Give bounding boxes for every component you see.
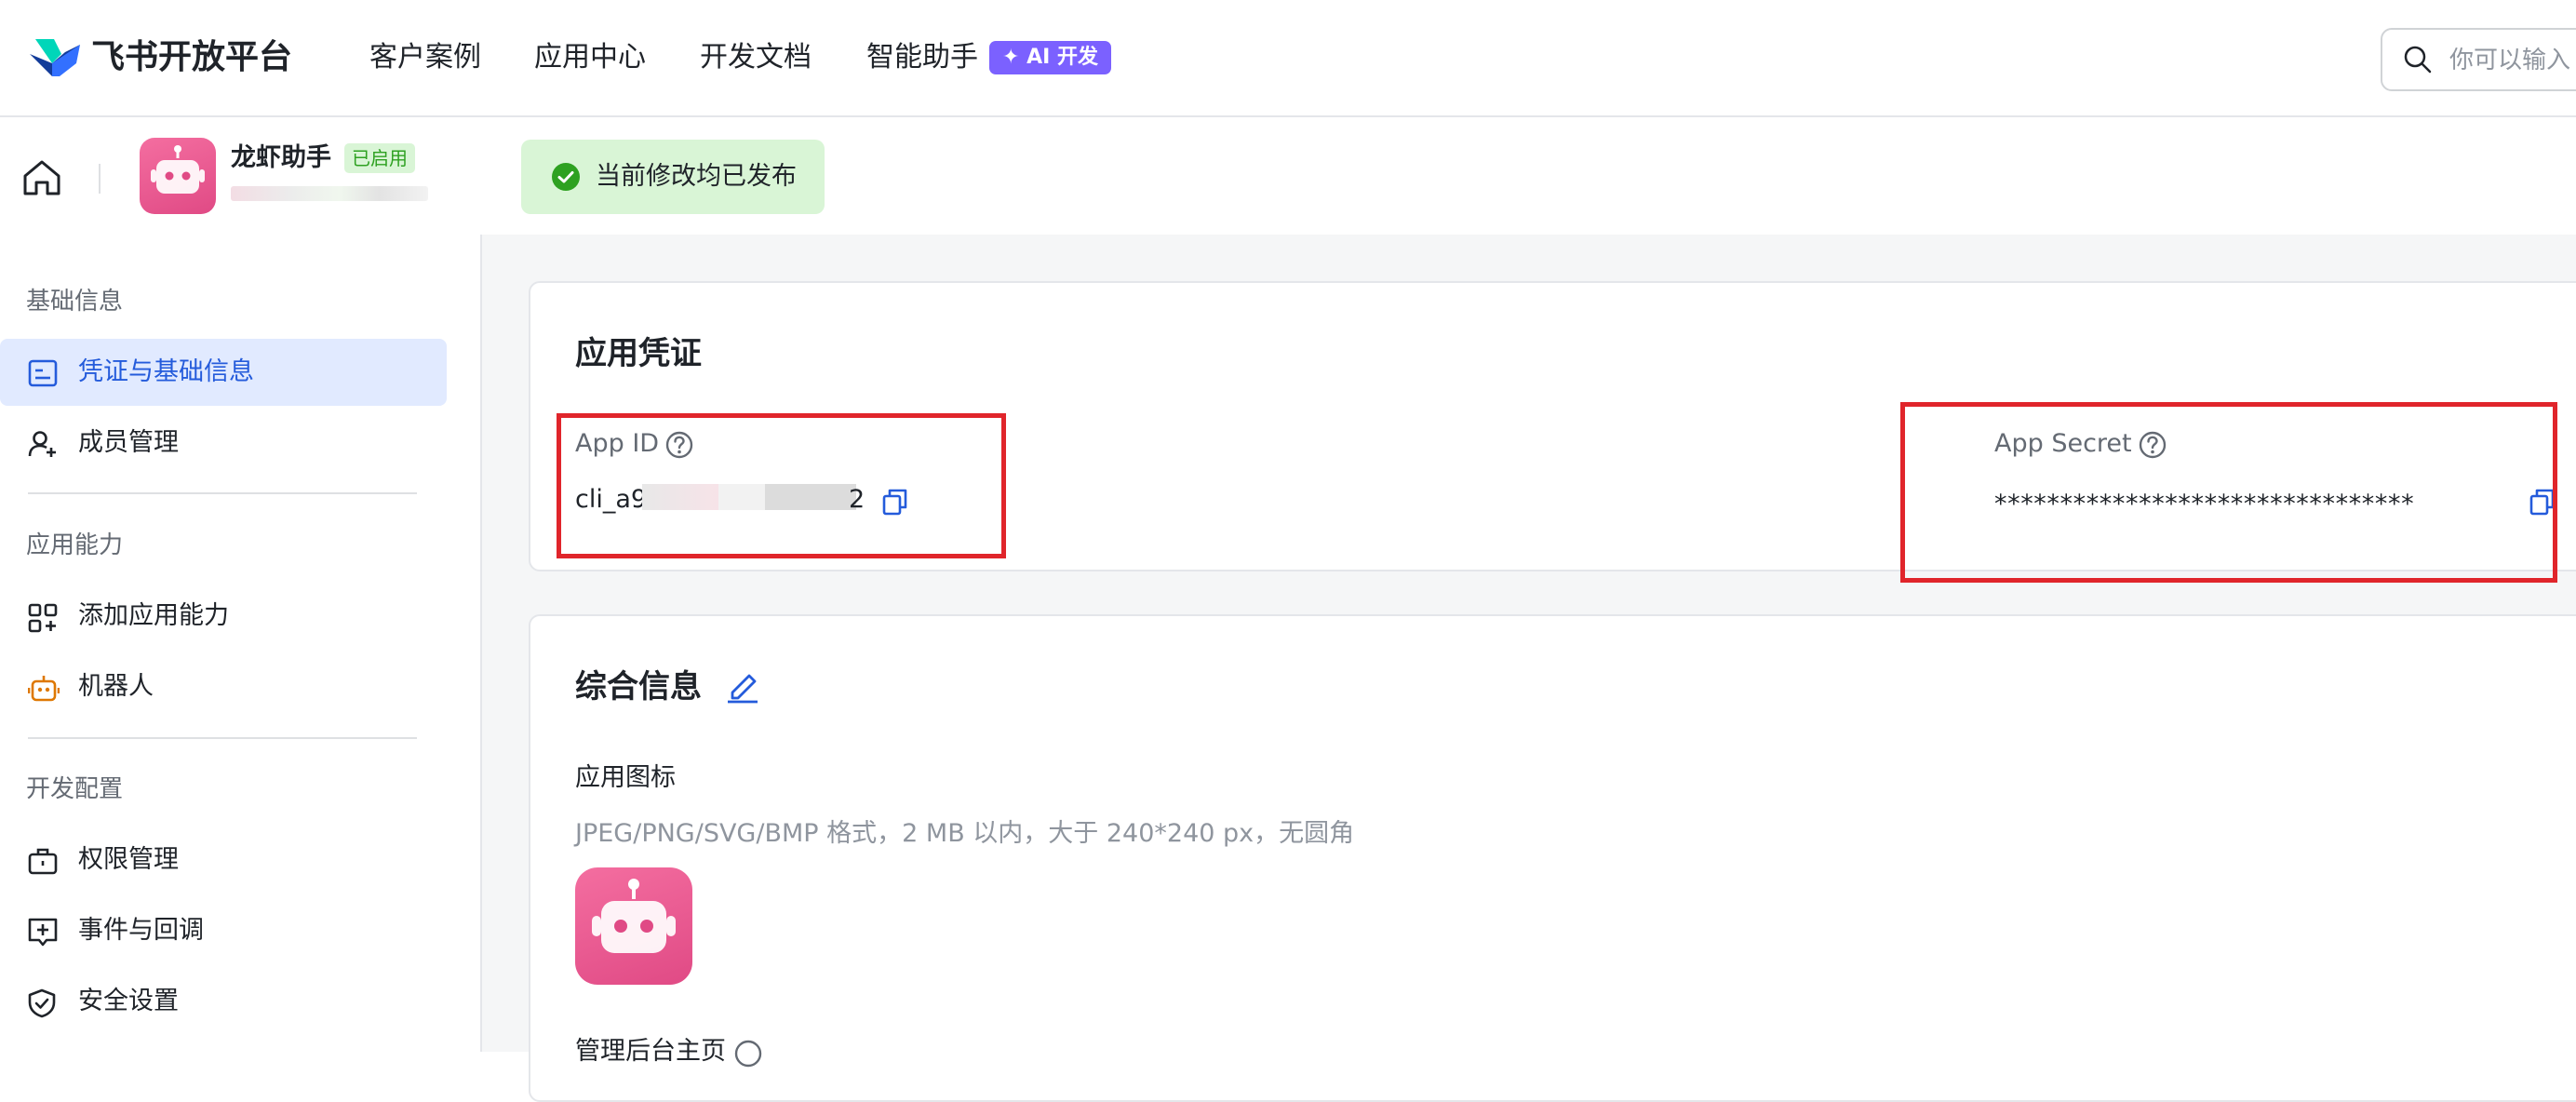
nav-dev-docs[interactable]: 开发文档 <box>700 32 812 84</box>
publish-status-text: 当前修改均已发布 <box>596 162 797 191</box>
sidebar-divider <box>28 492 417 494</box>
admin-home-label: 管理后台主页 <box>575 1037 726 1066</box>
sidebar-item-add-capability[interactable]: 添加应用能力 <box>0 583 447 650</box>
nav-customer-cases[interactable]: 客户案例 <box>369 32 481 84</box>
sidebar-group-dev-config: 开发配置 <box>26 775 124 803</box>
sparkle-icon: ✦ <box>1002 46 1020 69</box>
event-add-icon <box>28 918 58 947</box>
app-status-badge: 已启用 <box>344 143 415 173</box>
grid-add-icon <box>28 603 58 633</box>
app-icon-upload[interactable] <box>575 867 692 985</box>
sidebar-item-security[interactable]: 安全设置 <box>0 968 447 1035</box>
header-divider <box>99 164 101 194</box>
feishu-logo-icon[interactable] <box>28 35 82 80</box>
help-icon[interactable] <box>733 1039 763 1068</box>
sidebar-item-label: 凭证与基础信息 <box>78 357 254 386</box>
sidebar-item-label: 权限管理 <box>78 845 179 874</box>
ai-dev-badge[interactable]: ✦ AI 开发 <box>989 41 1111 74</box>
credentials-title: 应用凭证 <box>575 335 702 372</box>
ai-badge-label: AI 开发 <box>1026 46 1098 69</box>
sidebar-item-label: 安全设置 <box>78 987 179 1015</box>
search-box[interactable] <box>2381 28 2576 91</box>
app-icon-label: 应用图标 <box>575 763 676 792</box>
app-icon-hint: JPEG/PNG/SVG/BMP 格式，2 MB 以内，大于 240*240 p… <box>575 819 1355 848</box>
robot-face-icon <box>151 145 205 194</box>
app-header <box>0 117 2576 233</box>
app-id-highlight-box <box>557 413 1006 558</box>
sidebar-item-robot[interactable]: 机器人 <box>0 653 447 720</box>
search-input[interactable] <box>2448 39 2576 82</box>
nav-smart-assistant[interactable]: 智能助手 <box>866 32 978 84</box>
sidebar-item-label: 添加应用能力 <box>78 601 229 630</box>
sidebar-item-label: 机器人 <box>78 672 154 701</box>
check-circle-icon <box>552 163 580 191</box>
sidebar-group-app-capabilities: 应用能力 <box>26 531 124 559</box>
app-subtitle-redacted <box>231 186 428 201</box>
edit-icon[interactable] <box>726 668 759 704</box>
sidebar-item-label: 成员管理 <box>78 428 179 457</box>
briefcase-icon <box>28 848 58 875</box>
id-card-icon <box>28 359 58 387</box>
brand-name[interactable]: 飞书开放平台 <box>91 32 292 84</box>
search-icon <box>2404 46 2432 74</box>
sidebar-item-label: 事件与回调 <box>78 916 204 945</box>
sidebar-divider <box>28 737 417 739</box>
home-icon[interactable] <box>20 158 63 197</box>
publish-status-banner: 当前修改均已发布 <box>521 140 825 214</box>
user-add-icon <box>28 431 56 457</box>
robot-face-icon <box>592 879 676 953</box>
app-avatar[interactable] <box>140 138 216 214</box>
sidebar-item-credentials[interactable]: 凭证与基础信息 <box>0 339 447 406</box>
robot-icon <box>28 676 60 702</box>
sidebar-item-permissions[interactable]: 权限管理 <box>0 826 447 894</box>
shield-icon <box>28 988 56 1018</box>
app-name: 龙虾助手 <box>231 143 331 172</box>
general-info-title: 综合信息 <box>575 668 702 706</box>
app-secret-highlight-box <box>1900 402 2557 583</box>
general-info-card <box>529 614 2576 1102</box>
sidebar-group-basic-info: 基础信息 <box>26 288 124 316</box>
sidebar-item-events-callbacks[interactable]: 事件与回调 <box>0 897 447 964</box>
sidebar-item-members[interactable]: 成员管理 <box>0 410 447 477</box>
nav-app-center[interactable]: 应用中心 <box>534 32 646 84</box>
